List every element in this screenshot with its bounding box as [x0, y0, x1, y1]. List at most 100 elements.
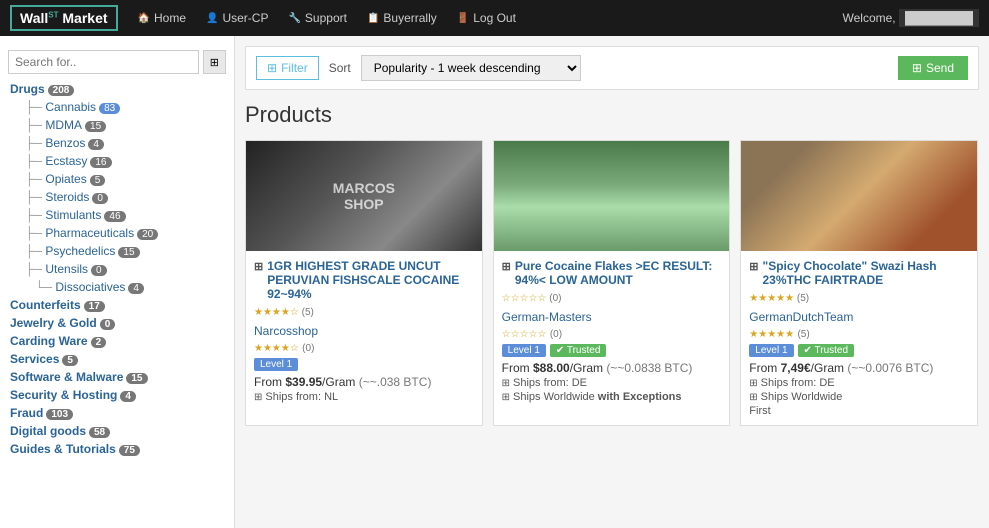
ships-icon-2: ⊞	[502, 378, 510, 389]
seller-name-3[interactable]: GermanDutchTeam	[749, 310, 969, 324]
sidebar-item-stimulants[interactable]: ├─ Stimulants46	[0, 206, 234, 224]
drugs-label: Drugs	[10, 82, 45, 96]
search-button[interactable]: ⊞	[203, 50, 226, 74]
dissociatives-label: Dissociatives	[55, 280, 125, 294]
sidebar-item-benzos[interactable]: ├─ Benzos4	[0, 134, 234, 152]
cannabis-label: Cannabis	[45, 100, 96, 114]
sidebar-item-security-hosting[interactable]: Security & Hosting4	[0, 386, 234, 404]
filter-button[interactable]: ⊞ Filter	[256, 56, 319, 80]
product-image-text-1: MARCOSSHOP	[333, 180, 395, 212]
digital-goods-count: 58	[89, 427, 110, 438]
nav-user-cp[interactable]: 👤User-CP	[206, 11, 268, 25]
stimulants-count: 46	[104, 211, 125, 222]
price-info-2: From $88.00/Gram (~~0.0838 BTC)	[502, 361, 722, 375]
benzos-count: 4	[88, 139, 104, 150]
badges-row-1: Level 1	[254, 358, 474, 371]
counterfeits-count: 17	[84, 301, 105, 312]
ecstasy-count: 16	[90, 157, 111, 168]
sidebar-item-opiates[interactable]: ├─ Opiates5	[0, 170, 234, 188]
fraud-label: Fraud	[10, 406, 43, 420]
sidebar-item-steroids[interactable]: ├─ Steroids0	[0, 188, 234, 206]
benzos-label: Benzos	[45, 136, 85, 150]
carding-ware-count: 2	[91, 337, 107, 348]
product-body-1: ⊞ 1GR HIGHEST GRADE UNCUT PERUVIAN FISHS…	[246, 251, 482, 411]
software-malware-count: 15	[126, 373, 147, 384]
services-count: 5	[62, 355, 78, 366]
trusted-badge-3: ✔ Trusted	[798, 344, 855, 357]
level-badge-1: Level 1	[254, 358, 298, 371]
sidebar-item-dissociatives[interactable]: └─ Dissociatives4	[0, 278, 234, 296]
product-icon-1: ⊞	[254, 260, 263, 273]
main-layout: ⊞ Drugs208 ├─ Cannabis83 ├─ MDMA15 ├─ Be…	[0, 36, 989, 528]
content-area: ⊞ Filter Sort Popularity - 1 week descen…	[235, 36, 989, 528]
sidebar-item-software-malware[interactable]: Software & Malware15	[0, 368, 234, 386]
ships-from-2: ⊞ Ships from: DE	[502, 377, 722, 389]
product-title-3[interactable]: ⊞ "Spicy Chocolate" Swazi Hash 23%THC FA…	[749, 259, 969, 287]
ships-icon-worldwide-3: ⊞	[749, 392, 757, 403]
site-logo[interactable]: WallST Market	[10, 5, 118, 31]
level-badge-2: Level 1	[502, 344, 546, 357]
sidebar-item-digital-goods[interactable]: Digital goods58	[0, 422, 234, 440]
sidebar-item-utensils[interactable]: ├─ Utensils0	[0, 260, 234, 278]
price-info-1: From $39.95/Gram (~~.038 BTC)	[254, 375, 474, 389]
sidebar-item-pharmaceuticals[interactable]: ├─ Pharmaceuticals20	[0, 224, 234, 242]
send-icon: ⊞	[912, 61, 922, 75]
seller-stars-1: ★★★★☆ (0)	[254, 340, 474, 354]
counterfeits-label: Counterfeits	[10, 298, 81, 312]
sidebar-item-drugs[interactable]: Drugs208	[0, 80, 234, 98]
product-image-3	[741, 141, 977, 251]
jewelry-count: 0	[100, 319, 116, 330]
price-info-3: From 7,49€/Gram (~~0.0076 BTC)	[749, 361, 969, 375]
ships-from-3: ⊞ Ships from: DE	[749, 377, 969, 389]
product-body-2: ⊞ Pure Cocaine Flakes >EC RESULT: 94%< L…	[494, 251, 730, 411]
nav-logout[interactable]: 🚪Log Out	[457, 11, 516, 25]
level-badge-3: Level 1	[749, 344, 793, 357]
jewelry-label: Jewelry & Gold	[10, 316, 97, 330]
nav-home[interactable]: 🏠Home	[138, 11, 186, 25]
ships-note-3: First	[749, 405, 969, 417]
ships-icon-1: ⊞	[254, 392, 262, 403]
ecstasy-label: Ecstasy	[45, 154, 87, 168]
nav-buyerrally[interactable]: 📋Buyerrally	[367, 11, 437, 25]
services-label: Services	[10, 352, 59, 366]
digital-goods-label: Digital goods	[10, 424, 86, 438]
top-navigation: WallST Market 🏠Home 👤User-CP 🔧Support 📋B…	[0, 0, 989, 36]
mdma-label: MDMA	[45, 118, 82, 132]
product-icon-2: ⊞	[502, 260, 511, 273]
sidebar-item-carding-ware[interactable]: Carding Ware2	[0, 332, 234, 350]
logo-sup: ST	[48, 10, 58, 19]
price-main-1: From	[254, 375, 285, 389]
guides-tutorials-label: Guides & Tutorials	[10, 442, 116, 456]
sidebar-item-psychedelics[interactable]: ├─ Psychedelics15	[0, 242, 234, 260]
product-body-3: ⊞ "Spicy Chocolate" Swazi Hash 23%THC FA…	[741, 251, 977, 425]
seller-name-1[interactable]: Narcosshop	[254, 324, 474, 338]
seller-name-2[interactable]: German-Masters	[502, 310, 722, 324]
sidebar-item-cannabis[interactable]: ├─ Cannabis83	[0, 98, 234, 116]
sort-select[interactable]: Popularity - 1 week descending	[361, 55, 581, 81]
drugs-count: 208	[48, 85, 75, 96]
search-area: ⊞	[0, 44, 234, 80]
product-title-1[interactable]: ⊞ 1GR HIGHEST GRADE UNCUT PERUVIAN FISHS…	[254, 259, 474, 301]
send-button[interactable]: ⊞ Send	[898, 56, 968, 80]
ships-worldwide-3: ⊞ Ships Worldwide	[749, 391, 969, 403]
sidebar-item-services[interactable]: Services5	[0, 350, 234, 368]
fraud-count: 103	[46, 409, 73, 420]
products-grid: MARCOSSHOP ⊞ 1GR HIGHEST GRADE UNCUT PER…	[245, 140, 979, 426]
nav-support[interactable]: 🔧Support	[288, 11, 346, 25]
product-title-2[interactable]: ⊞ Pure Cocaine Flakes >EC RESULT: 94%< L…	[502, 259, 722, 287]
product-icon-3: ⊞	[749, 260, 758, 273]
software-malware-label: Software & Malware	[10, 370, 123, 384]
psychedelics-label: Psychedelics	[45, 244, 115, 258]
sidebar: ⊞ Drugs208 ├─ Cannabis83 ├─ MDMA15 ├─ Be…	[0, 36, 235, 528]
steroids-label: Steroids	[45, 190, 89, 204]
sidebar-item-ecstasy[interactable]: ├─ Ecstasy16	[0, 152, 234, 170]
search-input[interactable]	[8, 50, 199, 74]
product-card-3: ⊞ "Spicy Chocolate" Swazi Hash 23%THC FA…	[740, 140, 978, 426]
sidebar-item-counterfeits[interactable]: Counterfeits17	[0, 296, 234, 314]
sidebar-item-jewelry[interactable]: Jewelry & Gold0	[0, 314, 234, 332]
sidebar-item-guides-tutorials[interactable]: Guides & Tutorials75	[0, 440, 234, 458]
sidebar-item-fraud[interactable]: Fraud103	[0, 404, 234, 422]
sidebar-item-mdma[interactable]: ├─ MDMA15	[0, 116, 234, 134]
opiates-count: 5	[90, 175, 106, 186]
products-title: Products	[245, 102, 979, 128]
